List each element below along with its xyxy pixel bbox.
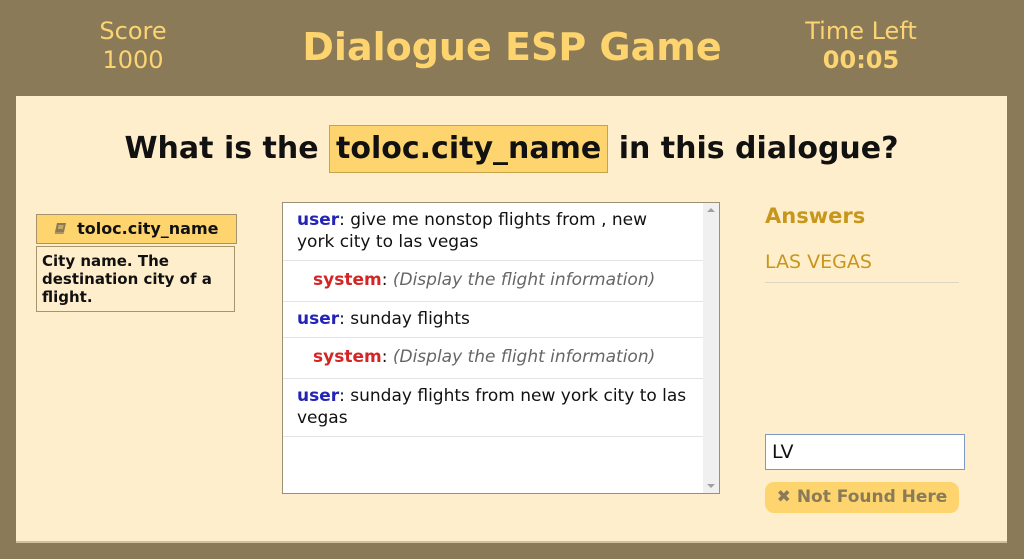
score-value: 1000 (102, 46, 164, 74)
dialogue-box[interactable]: user: give me nonstop flights from , new… (282, 202, 720, 494)
dialogue-turn: user: sunday flights from new york city … (283, 379, 703, 437)
answer-item: LAS VEGAS (765, 250, 959, 283)
speaker-label: system (313, 270, 382, 290)
score-label: Score (99, 17, 167, 45)
speaker-label: user (297, 309, 340, 329)
turn-text: sunday flights (350, 309, 470, 329)
speaker-label: system (313, 347, 382, 367)
dialogue-turn: system: (Display the flight information) (283, 261, 703, 302)
turn-text: (Display the flight information) (392, 270, 656, 290)
scroll-up-icon[interactable] (707, 208, 715, 212)
header: Score 1000 Dialogue ESP Game Time Left 0… (0, 0, 1024, 96)
time-label: Time Left (805, 17, 917, 45)
answers-title: Answers (765, 204, 866, 228)
scroll-down-icon[interactable] (707, 484, 715, 488)
question-slot-highlight: toloc.city_name (329, 125, 609, 173)
close-icon: ✖ (776, 487, 791, 507)
slot-name-header: toloc.city_name (36, 214, 237, 244)
time-value: 00:05 (822, 46, 900, 74)
turn-text: (Display the flight information) (392, 347, 656, 367)
speaker-label: user (297, 386, 340, 406)
question-heading: What is the toloc.city_name in this dial… (16, 125, 1007, 173)
not-found-label: Not Found Here (796, 487, 948, 507)
slot-name: toloc.city_name (77, 219, 219, 238)
score-display: Score 1000 (60, 17, 206, 75)
book-icon (54, 216, 67, 244)
dialogue-turns: user: give me nonstop flights from , new… (283, 203, 703, 437)
slot-description: City name. The destination city of a fli… (36, 246, 235, 312)
dialogue-turn: user: sunday flights (283, 302, 703, 338)
dialogue-turn: user: give me nonstop flights from , new… (283, 203, 703, 261)
dialogue-turn: system: (Display the flight information) (283, 338, 703, 379)
timer-display: Time Left 00:05 (780, 17, 942, 75)
turn-text: give me nonstop flights from , new york … (297, 210, 648, 252)
scrollbar[interactable] (703, 203, 719, 493)
speaker-label: user (297, 210, 340, 230)
question-prefix: What is the (124, 131, 319, 166)
not-found-button[interactable]: ✖ Not Found Here (765, 482, 959, 513)
game-panel: What is the toloc.city_name in this dial… (16, 96, 1007, 543)
question-suffix: in this dialogue? (618, 131, 899, 166)
turn-text: sunday flights from new york city to las… (297, 386, 687, 428)
answer-input[interactable] (765, 434, 965, 470)
